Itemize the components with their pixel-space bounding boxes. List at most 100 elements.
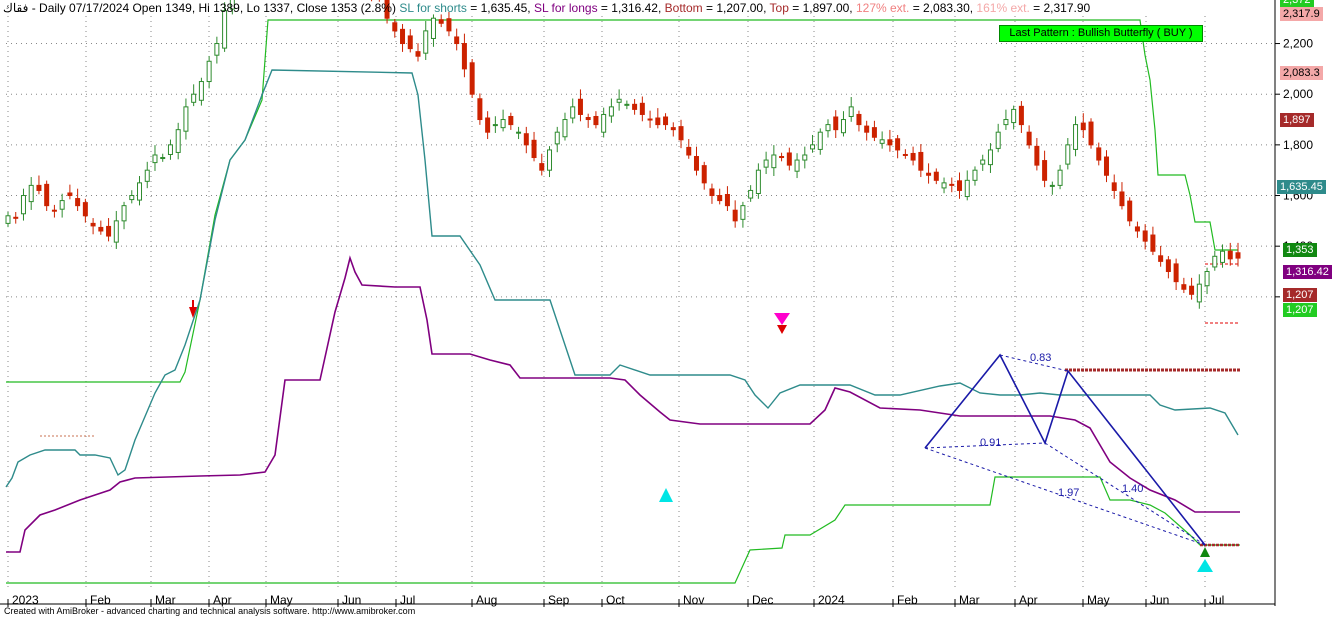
candle-body: [1096, 147, 1102, 161]
candle-body: [585, 117, 591, 121]
candle-body: [454, 36, 460, 45]
pattern-label: Last Pattern : Bullish Butterfly ( BUY ): [999, 25, 1203, 42]
candle-body: [1003, 119, 1009, 126]
candle-body: [13, 216, 19, 219]
candle-body: [632, 103, 638, 110]
y-tick-label: 1,800: [1283, 138, 1313, 152]
candle-body: [964, 179, 970, 198]
candle-body: [51, 209, 57, 212]
pattern-ratio-label: 1.40: [1122, 483, 1143, 495]
candle-body: [75, 198, 81, 207]
candle-body: [1119, 191, 1125, 207]
candle-body: [28, 184, 34, 203]
candle-body: [879, 139, 885, 144]
x-tick-label: Aug: [476, 593, 497, 607]
candle-body: [1080, 122, 1086, 131]
candle-body: [810, 144, 816, 150]
candle-body: [206, 60, 212, 83]
candle-body: [1049, 184, 1055, 187]
bottom-label: Bottom: [664, 1, 703, 15]
candle-body: [485, 117, 491, 133]
candle-body: [516, 131, 522, 134]
x-tick-label: May: [1087, 593, 1110, 607]
x-tick-label: 2024: [818, 593, 845, 607]
candle-body: [554, 131, 560, 145]
axis-value-tag: 1,207: [1283, 303, 1317, 317]
candle-body: [957, 180, 963, 191]
candle-body: [693, 156, 699, 171]
pattern-ratio-label: 0.91: [980, 437, 1001, 449]
candle-body: [129, 195, 135, 201]
candle-body: [972, 169, 978, 181]
axis-value-tag: 2,317.9: [1280, 6, 1323, 21]
candle-body: [167, 144, 173, 155]
ext127-label: 127% ext.: [855, 1, 910, 15]
candle-body: [724, 194, 730, 207]
candle-body: [137, 182, 143, 201]
candle-body: [678, 126, 684, 141]
candle-body: [198, 81, 204, 101]
candle-body: [500, 119, 506, 129]
x-tick-label: Oct: [606, 593, 625, 607]
pattern-ratio-label: 0.83: [1030, 352, 1051, 364]
candle-body: [949, 183, 955, 186]
candle-body: [160, 157, 166, 160]
ext161-label: 161% ext.: [976, 1, 1030, 15]
candle-body: [1134, 226, 1140, 232]
candle-body: [492, 124, 498, 127]
candle-body: [477, 98, 483, 121]
axis-value-tag: 1,897: [1280, 113, 1314, 128]
candle-body: [1034, 145, 1040, 166]
candle-body: [400, 28, 406, 45]
candle-body: [98, 226, 104, 232]
candle-body: [833, 116, 839, 131]
candle-body: [616, 98, 622, 103]
axis-value-tag: 1,207: [1283, 287, 1317, 302]
candle-body: [469, 62, 475, 95]
candle-body: [941, 182, 947, 189]
x-tick-label: Mar: [155, 593, 176, 607]
candle-body: [717, 195, 723, 202]
candle-body: [1142, 230, 1148, 242]
ext127-value: = 2,083.30,: [912, 1, 974, 15]
x-tick-label: Dec: [752, 593, 773, 607]
candle-body: [663, 116, 669, 126]
y-tick-label: 2,000: [1283, 87, 1313, 101]
candle-body: [1150, 234, 1156, 252]
candle-body: [1204, 271, 1210, 287]
candle-body: [423, 30, 429, 54]
candle-body: [1220, 250, 1226, 263]
candle-body: [933, 171, 939, 181]
chart-header: فقاك - Daily 07/17/2024 Open 1349, Hi 13…: [3, 1, 1090, 16]
candle-body: [670, 127, 676, 131]
candle-body: [902, 153, 908, 156]
candle-body: [980, 159, 986, 165]
footer-credit: Created with AmiBroker - advanced charti…: [4, 606, 416, 616]
price-chart[interactable]: 0.830.911.971.40 3,2003,0002,8002,6002,4…: [0, 0, 1336, 619]
x-tick-label: Jun: [1150, 593, 1169, 607]
candle-body: [106, 225, 112, 237]
axis-value-tag: 1,353: [1283, 243, 1317, 258]
candle-body: [686, 146, 692, 156]
x-tick-label: Apr: [213, 593, 232, 607]
candle-body: [1227, 250, 1233, 260]
candle-body: [407, 35, 413, 50]
candle-body: [1189, 285, 1195, 295]
candle-body: [82, 202, 88, 217]
candle-body: [1088, 121, 1094, 146]
candle-body: [1158, 255, 1164, 262]
candle-body: [709, 188, 715, 197]
x-tick-label: Jul: [1209, 593, 1224, 607]
candle-body: [152, 154, 158, 164]
candle-body: [1235, 252, 1241, 259]
candle-body: [1057, 169, 1063, 186]
candle-body: [523, 133, 529, 146]
candle-body: [446, 18, 452, 32]
candle-body: [5, 215, 11, 224]
candle-body: [887, 139, 893, 146]
candle-body: [1165, 259, 1171, 273]
candle-body: [570, 106, 576, 119]
top-value: = 1,897.00,: [792, 1, 853, 15]
candle-body: [1127, 200, 1133, 222]
candle-body: [840, 119, 846, 134]
